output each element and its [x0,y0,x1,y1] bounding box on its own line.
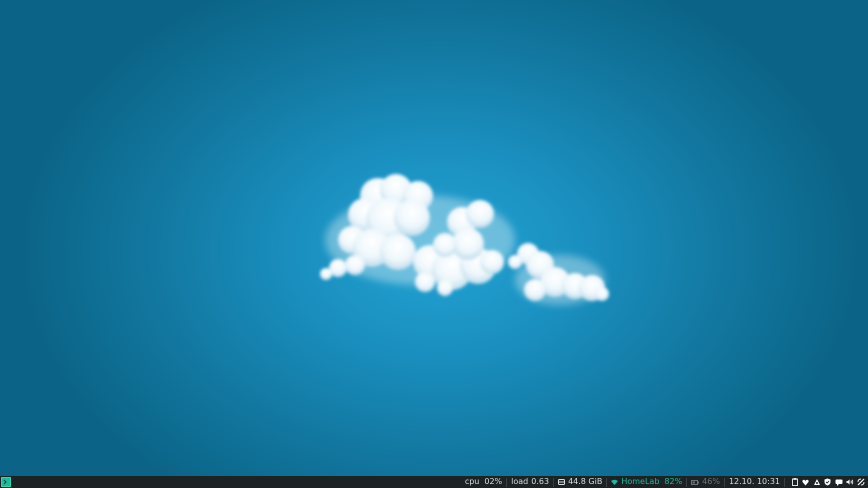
heart-icon [802,479,809,485]
tray-steam[interactable] [813,478,821,486]
wifi-ssid: HomeLab [621,477,660,486]
load-label: load [511,477,529,486]
clipboard-icon [791,478,798,486]
cpu-widget[interactable]: cpu 02% [461,477,506,487]
clock: 12.10. 10:31 [728,477,780,486]
status-area: cpu 02% load 0.63 44.8 GiB HomeLab 82% 4… [461,476,866,488]
battery-widget[interactable]: 46% [686,477,724,487]
shield-icon [824,478,831,486]
taskbar: cpu 02% load 0.63 44.8 GiB HomeLab 82% 4… [0,476,868,488]
cloud-wallpaper-image [320,174,609,305]
system-tray [784,477,866,487]
tray-connection[interactable] [857,478,865,486]
chat-icon [835,479,842,486]
wifi-widget[interactable]: HomeLab 82% [606,477,686,487]
load-value: 0.63 [531,477,550,486]
desktop [0,0,868,476]
volume-icon [845,479,853,485]
load-widget[interactable]: load 0.63 [506,477,553,487]
terminal-icon [3,479,7,485]
wifi-quality: 82% [664,477,683,486]
disk-icon [558,479,566,485]
app-launcher-button[interactable] [1,477,11,487]
steam-icon [813,479,820,485]
connection-icon [857,478,864,486]
disk-widget[interactable]: 44.8 GiB [553,477,606,487]
tray-shield[interactable] [824,478,832,486]
tray-volume[interactable] [845,478,854,486]
cpu-value: 02% [484,477,503,486]
clock-widget[interactable]: 12.10. 10:31 [723,477,784,487]
tray-chat[interactable] [835,478,843,486]
cpu-label: cpu [464,477,480,486]
tray-heart[interactable] [802,478,810,486]
battery-icon [691,479,700,485]
tray-clipboard[interactable] [791,478,799,486]
wifi-icon [611,479,619,485]
battery-value: 46% [702,477,720,486]
disk-value: 44.8 GiB [568,477,603,486]
